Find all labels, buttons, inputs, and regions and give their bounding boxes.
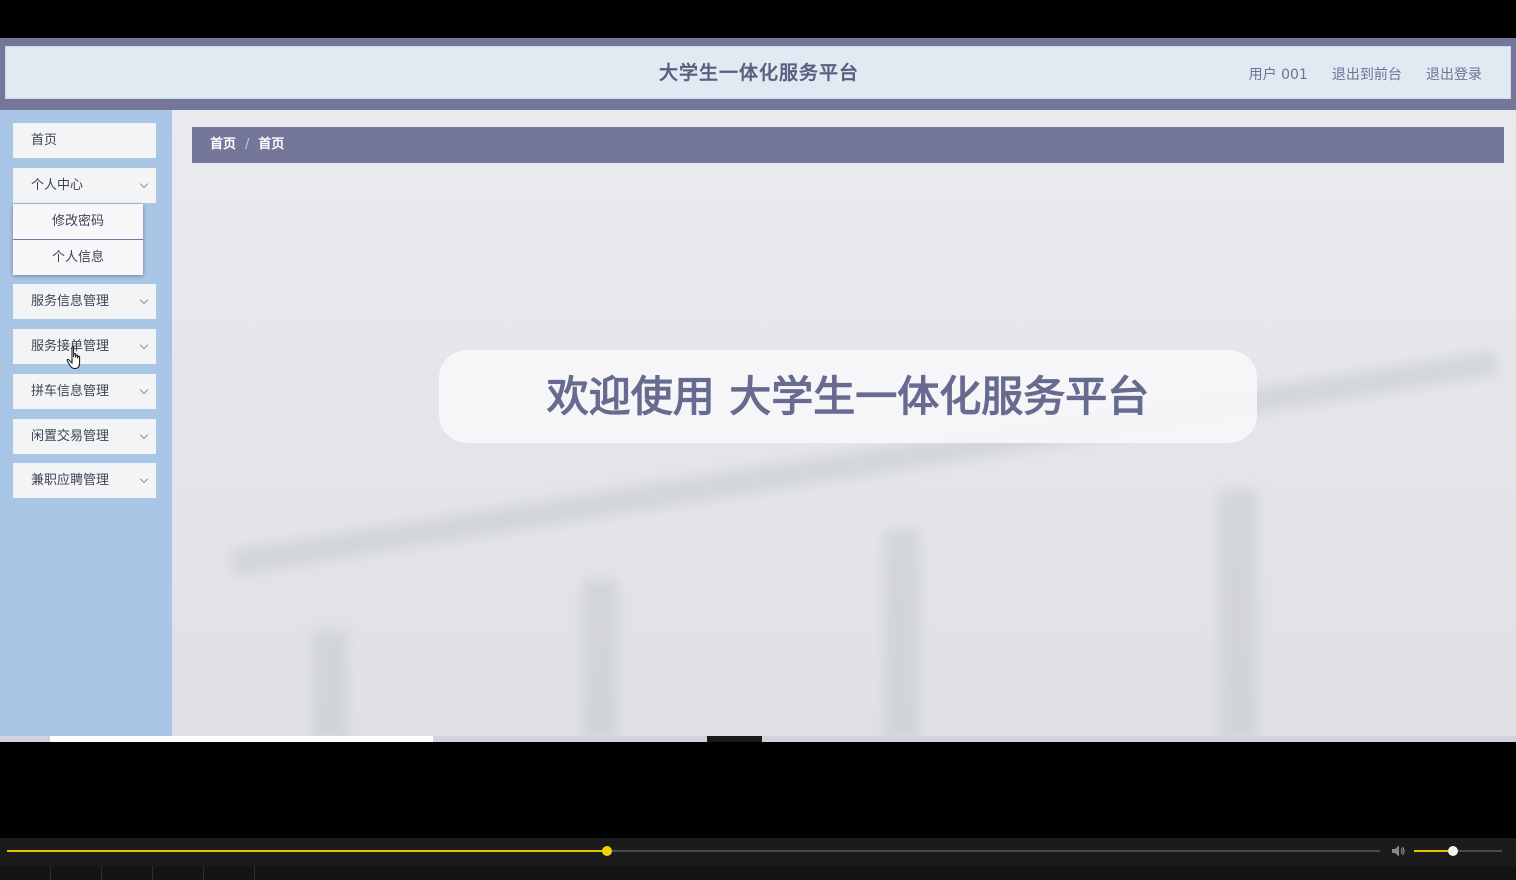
sidebar-item-part-time[interactable]: 兼职应聘管理 (13, 463, 156, 498)
sidebar-item-service-orders[interactable]: 服务接单管理 (13, 329, 156, 364)
sidebar-item-label: 拼车信息管理 (31, 384, 110, 399)
background-decoration (312, 630, 348, 740)
chevron-down-icon (139, 295, 149, 305)
sidebar-item-carpool[interactable]: 拼车信息管理 (13, 374, 156, 409)
header-user-links: 用户 001 退出到前台 退出登录 (1230, 47, 1482, 100)
back-to-front-link[interactable]: 退出到前台 (1332, 67, 1402, 83)
horizontal-scrollbar-thumb[interactable] (50, 736, 433, 742)
submenu-item-change-password[interactable]: 修改密码 (13, 204, 143, 239)
volume-handle[interactable] (1447, 846, 1458, 856)
volume-icon[interactable] (1390, 843, 1406, 859)
background-decoration (1218, 490, 1258, 740)
logout-link[interactable]: 退出登录 (1426, 67, 1482, 83)
background-decoration (884, 530, 920, 740)
sidebar-item-label: 首页 (31, 133, 58, 148)
player-toolbar (0, 866, 1516, 880)
toolbar-separator (203, 866, 204, 880)
sidebar-item-personal-center[interactable]: 个人中心 (13, 168, 156, 203)
breadcrumb-item-home[interactable]: 首页 (210, 137, 236, 152)
welcome-text: 欢迎使用 大学生一体化服务平台 (546, 372, 1150, 421)
breadcrumb-separator: / (245, 137, 250, 152)
volume-fill (1414, 850, 1453, 852)
main-content: 首页 / 首页 欢迎使用 大学生一体化服务平台 (172, 110, 1516, 742)
sidebar-item-label: 兼职应聘管理 (31, 473, 110, 488)
chevron-down-icon (139, 385, 149, 395)
sidebar-item-idle-trade[interactable]: 闲置交易管理 (13, 419, 156, 454)
app-window: 大学生一体化服务平台 用户 001 退出到前台 退出登录 首页 个人中心 修改密… (0, 38, 1516, 742)
sidebar-item-label: 个人中心 (31, 178, 84, 193)
current-user-label[interactable]: 用户 001 (1249, 67, 1308, 83)
top-header: 大学生一体化服务平台 用户 001 退出到前台 退出登录 (0, 38, 1516, 110)
welcome-banner: 欢迎使用 大学生一体化服务平台 (439, 350, 1257, 443)
progress-fill (7, 850, 607, 852)
personal-center-submenu: 修改密码 个人信息 (13, 204, 143, 275)
toolbar-separator (50, 866, 51, 880)
header-panel: 大学生一体化服务平台 用户 001 退出到前台 退出登录 (5, 46, 1511, 99)
hand-cursor-icon (66, 346, 81, 370)
submenu-item-personal-info[interactable]: 个人信息 (13, 240, 143, 275)
sidebar-item-home[interactable]: 首页 (13, 123, 156, 158)
app-bottom-divider (707, 736, 762, 742)
breadcrumb-item-current: 首页 (258, 137, 285, 152)
breadcrumb: 首页 / 首页 (192, 127, 1504, 163)
chevron-down-icon (139, 474, 149, 484)
progress-handle[interactable] (602, 846, 612, 856)
sidebar-item-service-info[interactable]: 服务信息管理 (13, 284, 156, 319)
sidebar-item-label: 闲置交易管理 (31, 429, 110, 444)
chevron-down-icon (139, 179, 149, 189)
toolbar-separator (101, 866, 102, 880)
chevron-down-icon (139, 340, 149, 350)
video-player-controls (0, 838, 1516, 880)
sidebar: 首页 个人中心 修改密码 个人信息 服务信息管理 服务接单管理 拼车信息管理 闲… (0, 110, 170, 742)
chevron-down-icon (139, 430, 149, 440)
toolbar-separator (152, 866, 153, 880)
toolbar-separator (254, 866, 255, 880)
sidebar-item-label: 服务信息管理 (31, 294, 110, 309)
background-decoration (582, 580, 618, 740)
